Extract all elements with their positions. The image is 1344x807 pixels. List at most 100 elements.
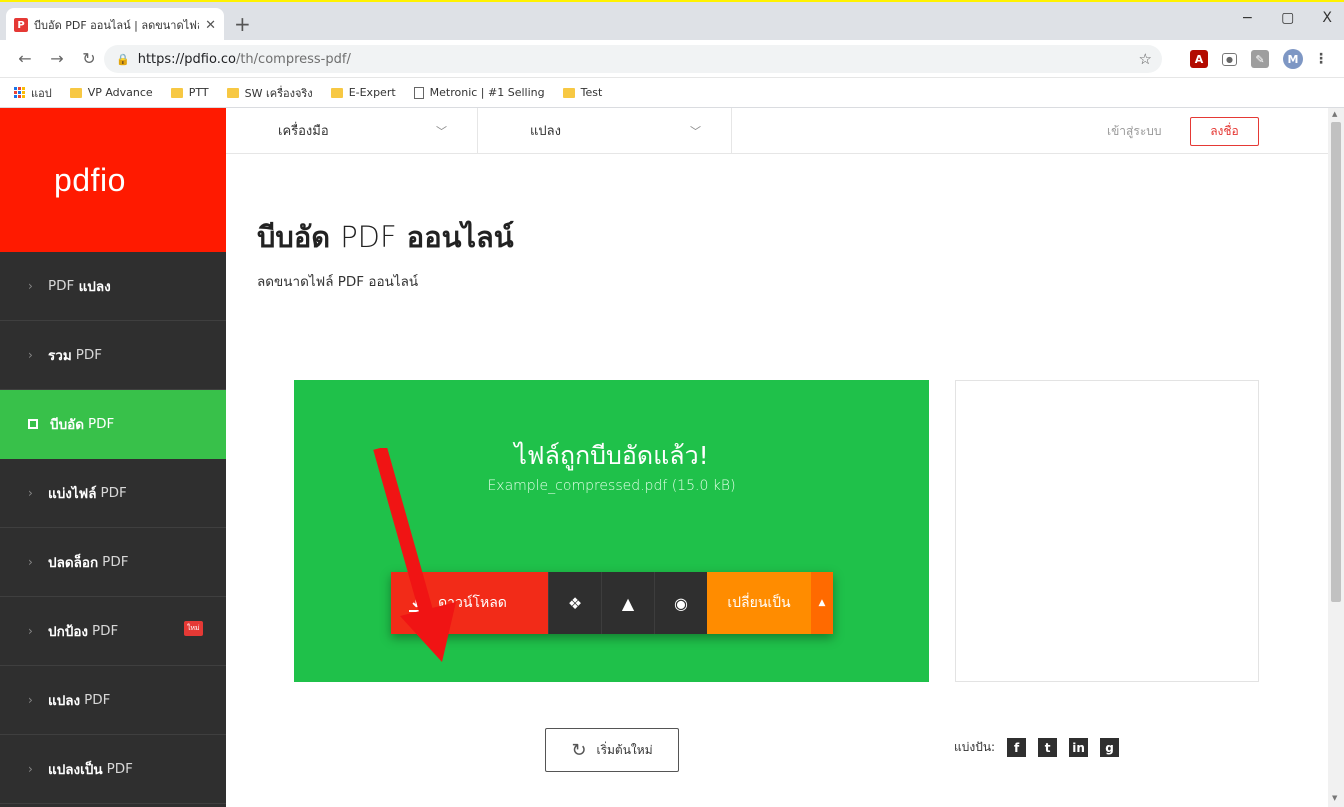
sidebar-item-label-bold: แปลง	[48, 693, 81, 709]
dropbox-button[interactable]: ❖	[548, 572, 601, 634]
restart-icon: ↻	[571, 739, 587, 761]
forward-arrow-icon[interactable]: →	[50, 49, 64, 68]
bookmark-sw[interactable]: SW เครื่องจริง	[226, 84, 313, 102]
url-path: /th/compress-pdf/	[235, 51, 351, 67]
sidebar-item-label: PDF	[100, 485, 127, 501]
dropbox-icon: ❖	[567, 593, 583, 613]
active-square-icon	[28, 419, 38, 429]
signup-button[interactable]: ลงชื่อ	[1190, 117, 1259, 146]
sidebar-item-split-pdf[interactable]: › แบ่งไฟล์ PDF	[0, 459, 226, 528]
bookmark-label: E-Expert	[348, 86, 396, 99]
new-tab-button[interactable]: +	[234, 12, 251, 36]
top-nav: เครื่องมือ ﹀ แปลง ﹀ เข้าสู่ระบบ ลงชื่อ	[226, 108, 1328, 154]
tools-dropdown[interactable]: เครื่องมือ ﹀	[226, 108, 478, 154]
lock-icon: 🔒	[116, 52, 130, 66]
sidebar-item-unlock-pdf[interactable]: › ปลดล็อก PDF	[0, 528, 226, 597]
convert-dropdown-label: แปลง	[530, 124, 561, 139]
sidebar-item-protect-pdf[interactable]: › ปกป้อง PDF ใหม่	[0, 597, 226, 666]
page-icon	[413, 86, 424, 99]
url-host: https://pdfio.co	[137, 51, 236, 67]
bookmark-star-icon[interactable]: ☆	[1139, 50, 1152, 68]
annotation-arrow-icon	[373, 448, 456, 662]
sidebar-item-label-bold: แบ่งไฟล์	[48, 486, 97, 502]
bookmark-vp-advance[interactable]: VP Advance	[69, 86, 153, 99]
camera-extension-icon[interactable]: ●	[1222, 52, 1237, 66]
page-title-part: PDF	[340, 220, 397, 254]
preview-button[interactable]: ◉	[654, 572, 707, 634]
scroll-down-icon[interactable]: ▼	[1332, 794, 1337, 802]
linkedin-icon[interactable]: in	[1069, 738, 1089, 757]
scroll-thumb[interactable]	[1331, 122, 1341, 602]
bookmark-label: PTT	[188, 86, 209, 99]
google-drive-icon: ▲	[621, 593, 635, 613]
share-bar: แบ่งปัน: f t in g	[954, 738, 1120, 757]
ad-placeholder	[955, 380, 1259, 682]
bookmark-apps[interactable]: แอป	[14, 84, 52, 102]
scroll-up-icon[interactable]: ▲	[1332, 110, 1337, 118]
browser-tab[interactable]: P บีบอัด PDF ออนไลน์ | ลดขนาดไฟล์ PDF ✕	[6, 8, 224, 42]
chevron-right-icon: ›	[28, 486, 33, 500]
sidebar-item-convert-pdf[interactable]: › PDF แปลง	[0, 252, 226, 321]
sidebar: pdfio › PDF แปลง › รวม PDF บีบอัด PDF › แบ…	[0, 108, 226, 807]
bookmark-label: แอป	[31, 86, 52, 100]
new-badge: ใหม่	[184, 621, 203, 636]
chevron-right-icon: ›	[28, 555, 33, 569]
chevron-right-icon: ›	[28, 762, 33, 776]
bookmark-e-expert[interactable]: E-Expert	[330, 86, 396, 99]
extension-icon[interactable]: ✎	[1251, 50, 1269, 68]
folder-icon	[562, 87, 575, 98]
page-scrollbar[interactable]: ▲ ▼	[1328, 108, 1344, 807]
chevron-down-icon: ﹀	[436, 124, 447, 138]
page-viewport: pdfio › PDF แปลง › รวม PDF บีบอัด PDF › แบ…	[0, 108, 1344, 807]
browser-toolbar: ← → ↻ 🔒 https://pdfio.co/th/compress-pdf…	[0, 40, 1344, 78]
sidebar-item-compress-pdf[interactable]: บีบอัด PDF	[0, 390, 226, 459]
acrobat-extension-icon[interactable]: A	[1190, 50, 1208, 68]
profile-avatar[interactable]: M	[1283, 49, 1303, 69]
browser-menu-icon[interactable]: ⋮	[1314, 50, 1328, 68]
convert-dropdown[interactable]: แปลง ﹀	[478, 108, 732, 154]
convert-caret-button[interactable]: ▲	[811, 572, 833, 634]
twitter-icon[interactable]: t	[1038, 738, 1058, 757]
page-title: บีบอัด PDF ออนไลน์	[257, 214, 514, 260]
chevron-right-icon: ›	[28, 624, 33, 638]
tab-close-icon[interactable]: ✕	[205, 18, 216, 33]
address-bar[interactable]: 🔒 https://pdfio.co/th/compress-pdf/ ☆	[104, 45, 1162, 73]
sidebar-item-label: PDF	[102, 554, 129, 570]
folder-icon	[226, 87, 239, 98]
bookmark-label: SW เครื่องจริง	[244, 86, 313, 100]
facebook-icon[interactable]: f	[1007, 738, 1027, 757]
tools-dropdown-label: เครื่องมือ	[278, 124, 329, 139]
window-controls: − ▢ X	[1241, 10, 1332, 26]
page-subtitle: ลดขนาดไฟล์ PDF ออนไลน์	[257, 274, 419, 290]
extension-icons: A ● ✎ M ⋮	[1190, 49, 1328, 69]
login-link[interactable]: เข้าสู่ระบบ	[1107, 122, 1162, 141]
sidebar-item-convert-to-pdf[interactable]: › แปลงเป็น PDF	[0, 735, 226, 804]
google-plus-icon[interactable]: g	[1100, 738, 1120, 757]
google-drive-button[interactable]: ▲	[601, 572, 654, 634]
reload-icon[interactable]: ↻	[82, 49, 96, 68]
close-window-button[interactable]: X	[1322, 10, 1332, 26]
pdfio-logo[interactable]: pdfio	[0, 108, 226, 252]
maximize-button[interactable]: ▢	[1281, 10, 1294, 26]
apps-grid-icon	[14, 87, 25, 98]
sidebar-item-convert-from-pdf[interactable]: › แปลง PDF	[0, 666, 226, 735]
restart-button[interactable]: ↻ เริ่มต้นใหม่	[545, 728, 679, 772]
sidebar-item-label-bold: ปลดล็อก	[48, 555, 99, 571]
browser-tabstrip: P บีบอัด PDF ออนไลน์ | ลดขนาดไฟล์ PDF ✕ …	[0, 0, 1344, 42]
minimize-button[interactable]: −	[1241, 10, 1253, 26]
convert-to-button[interactable]: เปลี่ยนเป็น	[707, 572, 811, 634]
chevron-right-icon: ›	[28, 348, 33, 362]
sidebar-item-label: PDF	[75, 347, 103, 363]
bookmark-test[interactable]: Test	[562, 86, 602, 99]
sidebar-item-label: PDF	[92, 623, 119, 639]
chevron-right-icon: ›	[28, 693, 33, 707]
sidebar-item-label-bold: ปกป้อง	[48, 624, 89, 640]
sidebar-item-label-bold: บีบอัด	[50, 417, 85, 433]
bookmark-ptt[interactable]: PTT	[170, 86, 209, 99]
chevron-down-icon: ﹀	[690, 124, 701, 138]
caret-up-icon: ▲	[818, 598, 826, 608]
sidebar-item-merge-pdf[interactable]: › รวม PDF	[0, 321, 226, 390]
back-arrow-icon[interactable]: ←	[18, 49, 32, 68]
bookmark-metronic[interactable]: Metronic | #1 Selling	[413, 86, 545, 99]
sidebar-item-label: PDF	[84, 692, 111, 708]
